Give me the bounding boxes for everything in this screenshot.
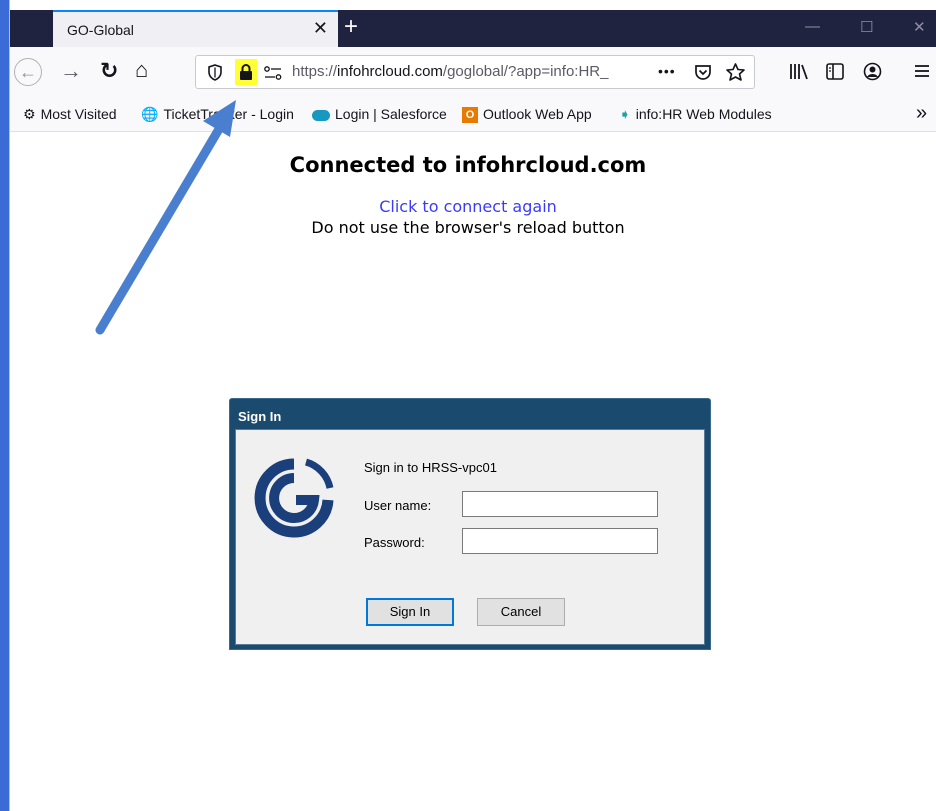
sign-in-dialog: Sign In Sign in to HRSS-vpc01 User name:… [229,398,711,650]
password-input[interactable] [462,528,658,554]
sign-in-button[interactable]: Sign In [366,598,454,626]
cancel-button[interactable]: Cancel [477,598,565,626]
password-label: Password: [364,535,425,550]
username-label: User name: [364,498,432,513]
sign-in-prompt: Sign in to HRSS-vpc01 [364,460,497,475]
go-global-logo-icon [254,458,334,538]
username-input[interactable] [462,491,658,517]
dialog-body: Sign in to HRSS-vpc01 User name: Passwor… [235,429,705,645]
dialog-title: Sign In [238,409,282,424]
